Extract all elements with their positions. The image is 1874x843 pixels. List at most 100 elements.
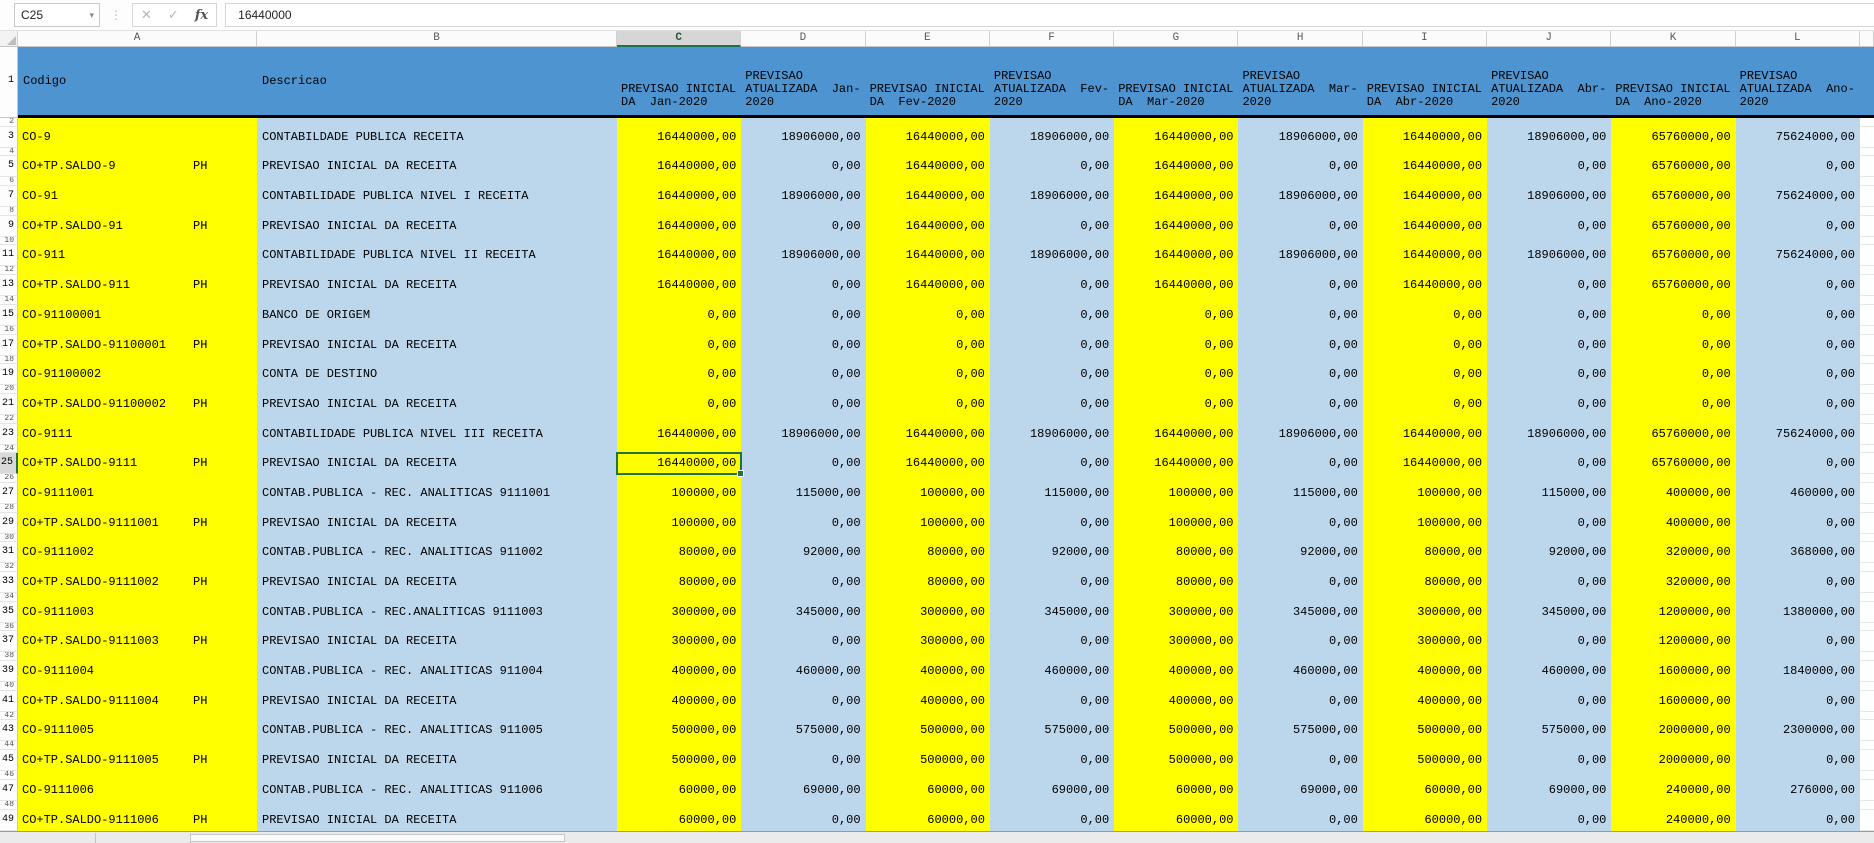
row-header-45[interactable]: 45 (0, 750, 18, 772)
cell-F40[interactable] (989, 682, 1115, 691)
header-cell-F1[interactable]: PREVISAO ATUALIZADA Fev- 2020 (989, 47, 1115, 118)
cell-F10[interactable] (989, 236, 1115, 246)
cell-C29[interactable]: 100000,00 (617, 512, 742, 534)
cell-B17[interactable]: PREVISAO INICIAL DA RECEITA (257, 334, 617, 356)
cell-H2[interactable] (1238, 118, 1363, 127)
cell-C27[interactable]: 100000,00 (617, 482, 742, 504)
cell-E27[interactable]: 100000,00 (865, 482, 990, 504)
cell-K29[interactable]: 400000,00 (1611, 512, 1736, 534)
cell-L26[interactable] (1735, 474, 1860, 483)
cell-I21[interactable]: 0,00 (1362, 393, 1488, 415)
cell-F32[interactable] (989, 563, 1115, 572)
cell-M31[interactable] (1859, 542, 1874, 564)
cell-F42[interactable] (989, 711, 1115, 721)
cell-C23[interactable]: 16440000,00 (617, 423, 742, 445)
cell-M5[interactable] (1859, 156, 1874, 178)
cell-L17[interactable]: 0,00 (1735, 334, 1860, 356)
cell-D34[interactable] (741, 593, 866, 602)
cell-C10[interactable] (617, 236, 742, 246)
cell-H20[interactable] (1238, 385, 1363, 394)
cell-B9[interactable]: PREVISAO INICIAL DA RECEITA (257, 215, 617, 237)
cell-A47[interactable]: CO-9111006 (18, 779, 257, 801)
row-header-22[interactable]: 22 (0, 414, 18, 424)
row-header-31[interactable]: 31 (0, 542, 18, 564)
cell-H17[interactable]: 0,00 (1238, 334, 1363, 356)
cell-C7[interactable]: 16440000,00 (617, 186, 742, 208)
cell-M7[interactable] (1859, 186, 1874, 208)
cell-I43[interactable]: 500000,00 (1362, 720, 1488, 742)
cell-G38[interactable] (1114, 652, 1239, 662)
cell-A22[interactable] (18, 414, 257, 424)
cell-A5[interactable]: CO+TP.SALDO-9 PH (18, 156, 257, 178)
cell-B5[interactable]: PREVISAO INICIAL DA RECEITA (257, 156, 617, 178)
cell-L40[interactable] (1735, 682, 1860, 691)
cell-E20[interactable] (865, 385, 990, 394)
cell-B43[interactable]: CONTAB.PUBLICA - REC. ANALITICAS 911005 (257, 720, 617, 742)
cell-H32[interactable] (1238, 563, 1363, 572)
cell-L42[interactable] (1735, 711, 1860, 721)
cell-K31[interactable]: 320000,00 (1611, 542, 1736, 564)
cell-M27[interactable] (1859, 482, 1874, 504)
cell-I26[interactable] (1362, 474, 1488, 483)
cell-D5[interactable]: 0,00 (741, 156, 866, 178)
cell-H21[interactable]: 0,00 (1238, 393, 1363, 415)
cell-F4[interactable] (989, 147, 1115, 157)
cell-E14[interactable] (865, 296, 990, 305)
cell-B2[interactable] (257, 118, 617, 127)
cell-H22[interactable] (1238, 414, 1363, 424)
cell-K32[interactable] (1611, 563, 1736, 572)
cell-B37[interactable]: PREVISAO INICIAL DA RECEITA (257, 631, 617, 653)
cell-H31[interactable]: 92000,00 (1238, 542, 1363, 564)
cell-K26[interactable] (1611, 474, 1736, 483)
cell-F29[interactable]: 0,00 (989, 512, 1115, 534)
cell-H48[interactable] (1238, 800, 1363, 810)
cell-I3[interactable]: 16440000,00 (1362, 126, 1488, 148)
cell-G37[interactable]: 300000,00 (1114, 631, 1239, 653)
cell-K45[interactable]: 2000000,00 (1611, 750, 1736, 772)
cell-G40[interactable] (1114, 682, 1239, 691)
cell-B15[interactable]: BANCO DE ORIGEM (257, 304, 617, 326)
cell-J22[interactable] (1487, 414, 1612, 424)
cell-E48[interactable] (865, 800, 990, 810)
cell-G23[interactable]: 16440000,00 (1114, 423, 1239, 445)
cell-G24[interactable] (1114, 444, 1239, 454)
cell-L46[interactable] (1735, 771, 1860, 780)
cell-G26[interactable] (1114, 474, 1239, 483)
cell-H49[interactable]: 0,00 (1238, 809, 1363, 831)
cell-G28[interactable] (1114, 503, 1239, 513)
cell-K44[interactable] (1611, 741, 1736, 751)
cell-L47[interactable]: 276000,00 (1735, 779, 1860, 801)
cell-E19[interactable]: 0,00 (865, 364, 990, 386)
row-header-41[interactable]: 41 (0, 690, 18, 712)
cell-I13[interactable]: 16440000,00 (1362, 275, 1488, 297)
cell-C19[interactable]: 0,00 (617, 364, 742, 386)
cell-D18[interactable] (741, 355, 866, 365)
cell-A16[interactable] (18, 325, 257, 335)
cell-E2[interactable] (865, 118, 990, 127)
column-header-A[interactable]: A (18, 31, 257, 47)
cell-F2[interactable] (989, 118, 1115, 127)
row-header-5[interactable]: 5 (0, 156, 18, 178)
cell-D47[interactable]: 69000,00 (741, 779, 866, 801)
cell-G36[interactable] (1114, 622, 1239, 632)
cell-K17[interactable]: 0,00 (1611, 334, 1736, 356)
cell-B41[interactable]: PREVISAO INICIAL DA RECEITA (257, 690, 617, 712)
row-header-47[interactable]: 47 (0, 779, 18, 801)
cell-D4[interactable] (741, 147, 866, 157)
cell-B18[interactable] (257, 355, 617, 365)
cell-A42[interactable] (18, 711, 257, 721)
cell-B42[interactable] (257, 711, 617, 721)
cell-F46[interactable] (989, 771, 1115, 780)
cell-C12[interactable] (617, 266, 742, 276)
cell-G18[interactable] (1114, 355, 1239, 365)
cell-J3[interactable]: 18906000,00 (1487, 126, 1612, 148)
cell-A34[interactable] (18, 593, 257, 602)
header-cell-K1[interactable]: PREVISAO INICIAL DA Ano-2020 (1611, 47, 1736, 118)
cell-G4[interactable] (1114, 147, 1239, 157)
cell-J18[interactable] (1487, 355, 1612, 365)
column-header-I[interactable]: I (1362, 31, 1488, 47)
cell-E9[interactable]: 16440000,00 (865, 215, 990, 237)
cell-E22[interactable] (865, 414, 990, 424)
cell-M40[interactable] (1859, 682, 1874, 691)
cell-D31[interactable]: 92000,00 (741, 542, 866, 564)
